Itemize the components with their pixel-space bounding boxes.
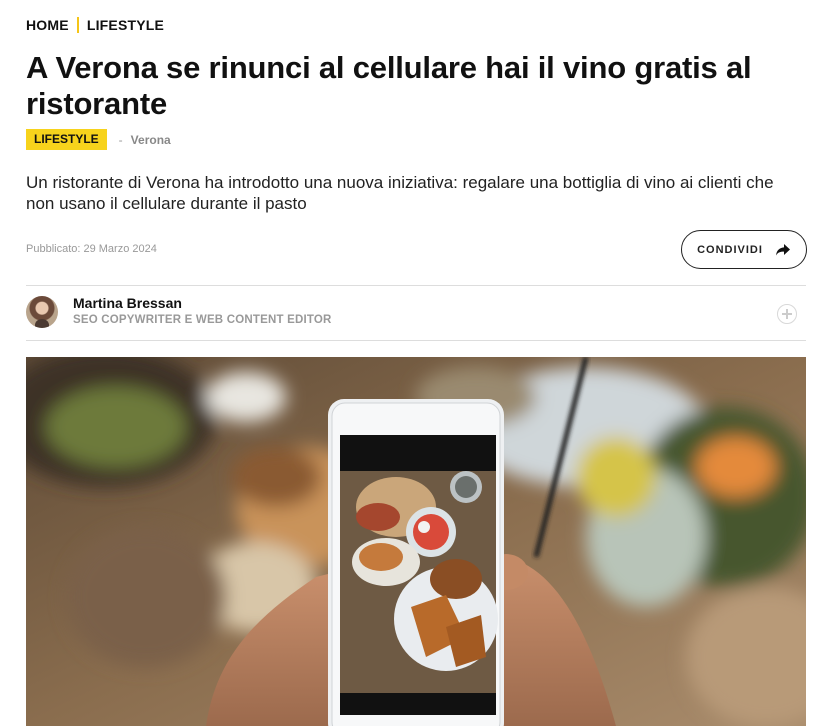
breadcrumb-section[interactable]: LIFESTYLE xyxy=(87,17,164,33)
breadcrumb-separator xyxy=(76,17,79,33)
plus-circle-icon[interactable] xyxy=(777,304,797,324)
share-label: CONDIVIDI xyxy=(697,243,763,256)
hero-photo xyxy=(26,357,806,726)
breadcrumb-home[interactable]: HOME xyxy=(26,17,69,33)
article-title: A Verona se rinunci al cellulare hai il … xyxy=(26,50,752,121)
author-role: SEO COPYWRITER E WEB CONTENT EDITOR xyxy=(73,314,332,326)
share-arrow-icon xyxy=(775,243,790,255)
avatar[interactable] xyxy=(26,295,58,328)
divider-top xyxy=(26,285,806,286)
meta-separator: - xyxy=(118,132,123,147)
article-lead: Un ristorante di Verona ha introdotto un… xyxy=(26,173,774,213)
breadcrumb: HOME LIFESTYLE xyxy=(26,17,164,33)
published-date: Pubblicato: 29 Marzo 2024 xyxy=(26,243,157,255)
category-tag[interactable]: LIFESTYLE xyxy=(26,129,107,150)
share-button[interactable]: CONDIVIDI xyxy=(681,230,807,269)
author-info: Martina Bressan SEO COPYWRITER E WEB CON… xyxy=(73,295,332,328)
article-meta: LIFESTYLE - Verona xyxy=(26,129,171,150)
author-name[interactable]: Martina Bressan xyxy=(73,295,332,311)
location-label[interactable]: Verona xyxy=(131,133,171,147)
hero-image xyxy=(26,357,806,726)
author-box: Martina Bressan SEO COPYWRITER E WEB CON… xyxy=(26,295,332,328)
divider-bottom xyxy=(26,340,806,341)
